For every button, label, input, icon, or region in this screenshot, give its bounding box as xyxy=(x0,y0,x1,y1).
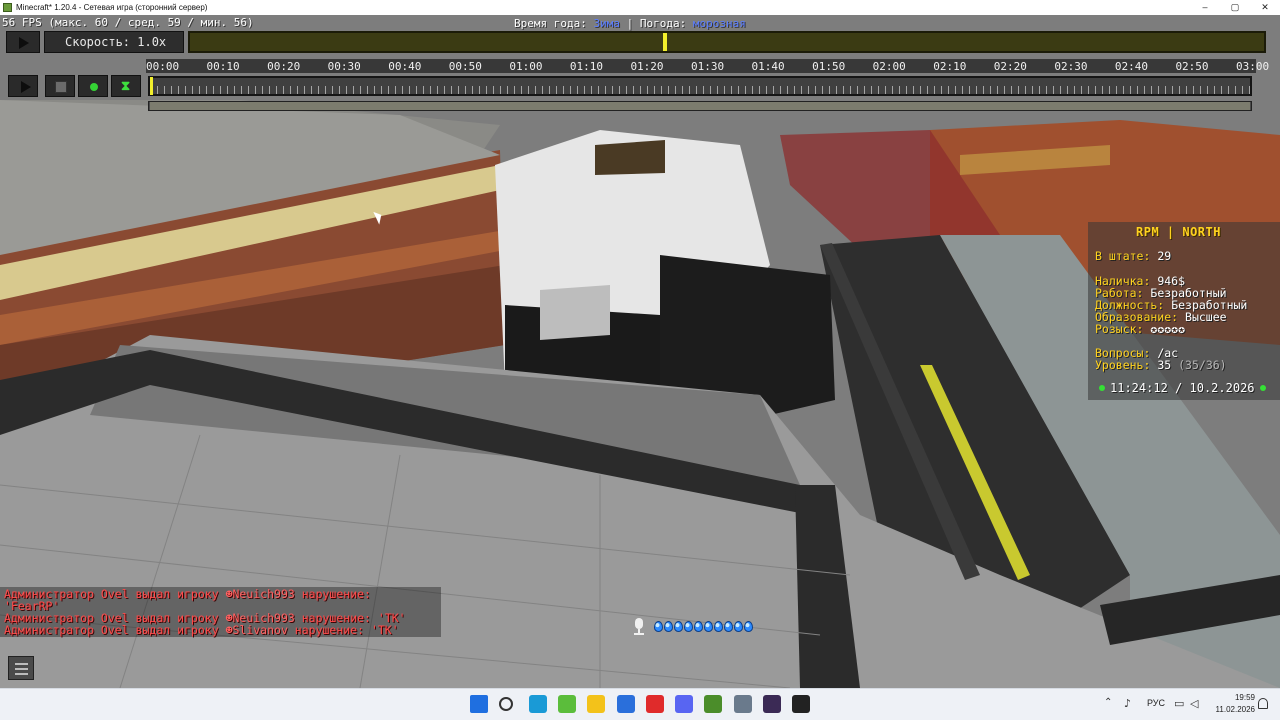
status-dot-icon xyxy=(1259,385,1266,391)
window-controls: – ▢ ✕ xyxy=(1190,0,1280,15)
hud-staff: В штате: 29 xyxy=(1095,249,1172,263)
keyframe-icon xyxy=(90,83,98,91)
timeline-label: 02:40 xyxy=(1114,60,1148,73)
timeline-label: 01:10 xyxy=(569,60,603,73)
minecraft-app-icon xyxy=(3,3,12,12)
discord-icon[interactable] xyxy=(675,695,694,713)
save-button[interactable] xyxy=(45,75,75,97)
settings-icon[interactable] xyxy=(733,695,752,713)
language-indicator[interactable]: РУС xyxy=(1147,698,1165,708)
air-bubble-icon xyxy=(674,621,683,632)
timeline-label: 02:50 xyxy=(1175,60,1209,73)
hud-clock: 11:24:12 / 10.2.2026 xyxy=(1099,381,1266,395)
window-title: Minecraft* 1.20.4 - Сетевая игра (сторон… xyxy=(16,3,208,12)
replay-progress-bar[interactable] xyxy=(188,31,1266,53)
air-bubble-icon xyxy=(694,621,703,632)
menu-button[interactable] xyxy=(8,656,34,680)
status-dot-icon xyxy=(1099,385,1105,391)
save-icon xyxy=(55,81,67,93)
timeline-label: 03:00 xyxy=(1236,60,1270,73)
edge-icon[interactable] xyxy=(528,695,547,713)
season-value: Зима xyxy=(593,17,620,30)
season-weather-bar: Время года: Зима | Погода: морозная xyxy=(514,17,746,30)
minecraft-icon[interactable] xyxy=(557,695,576,713)
air-bubble-icon xyxy=(714,621,723,632)
hud-title: RPM | NORTH xyxy=(1136,225,1221,239)
window-titlebar: Minecraft* 1.20.4 - Сетевая игра (сторон… xyxy=(0,0,1280,15)
keyframe-button[interactable] xyxy=(78,75,108,97)
timeline-label: 01:40 xyxy=(751,60,785,73)
wanted-stars-icon: ✪✪✪✪✪ xyxy=(1150,322,1186,336)
timeline-label: 00:10 xyxy=(206,60,240,73)
file-explorer-icon[interactable] xyxy=(587,695,606,713)
air-bubble-icon xyxy=(724,621,733,632)
maximize-button[interactable]: ▢ xyxy=(1220,0,1250,15)
weather-label: | Погода: xyxy=(626,17,687,30)
hud-wanted: Розыск: ✪✪✪✪✪ xyxy=(1095,322,1186,336)
minecraft-launcher-icon[interactable] xyxy=(704,695,723,713)
network-icon[interactable]: ▭ xyxy=(1174,697,1184,710)
timeline-label: 00:00 xyxy=(146,60,180,73)
youtube-icon[interactable] xyxy=(645,695,664,713)
timeline-label: 02:20 xyxy=(993,60,1027,73)
hud-level: Уровень: 35 (35/36) xyxy=(1095,358,1227,372)
timeline-play-button[interactable] xyxy=(8,75,38,97)
notification-bell-icon[interactable] xyxy=(1258,698,1268,709)
time-path-button[interactable]: ⧗ xyxy=(111,75,141,97)
tray-overflow-icon[interactable]: ⌃ xyxy=(1104,697,1112,708)
voice-mic-icon xyxy=(632,618,646,636)
timeline-label: 02:00 xyxy=(872,60,906,73)
chat-message: Администратор Ovel выдал игроку ☻Slivano… xyxy=(4,623,399,637)
timeline-label: 00:50 xyxy=(448,60,482,73)
season-label: Время года: xyxy=(514,17,587,30)
store-icon[interactable] xyxy=(616,695,635,713)
taskbar-date[interactable]: 11.02.2026 xyxy=(1208,705,1255,714)
timeline-label: 00:20 xyxy=(267,60,301,73)
replay-play-button[interactable] xyxy=(6,31,40,53)
air-bubble-icon xyxy=(654,621,663,632)
fps-counter: 56 FPS (макс. 60 / сред. 59 / мин. 56) xyxy=(2,16,254,29)
minimize-button[interactable]: – xyxy=(1190,0,1220,15)
timeline-label: 00:30 xyxy=(327,60,361,73)
air-bubble-icon xyxy=(664,621,673,632)
timeline-label: 01:30 xyxy=(691,60,725,73)
timeline-label: 02:10 xyxy=(933,60,967,73)
timeline-label: 01:00 xyxy=(509,60,543,73)
windows-start-icon[interactable] xyxy=(470,695,488,713)
timeline-ticks xyxy=(150,86,1250,94)
server-hud: RPM | NORTH В штате: 29 Наличка: 946$ Ра… xyxy=(1088,222,1280,400)
speed-slider[interactable]: Скорость: 1.0x xyxy=(44,31,184,53)
timeline-label: 00:40 xyxy=(388,60,422,73)
replay-progress-marker[interactable] xyxy=(662,33,667,51)
windows-taskbar xyxy=(0,688,1280,720)
air-bubble-icon xyxy=(734,621,743,632)
timeline-label: 01:50 xyxy=(812,60,846,73)
microphone-tray-icon[interactable]: ♪ xyxy=(1124,697,1131,710)
taskbar-clock[interactable]: 19:59 xyxy=(1219,693,1255,702)
timeline-scrollbar-thumb[interactable] xyxy=(150,102,1250,110)
timeline-cursor[interactable] xyxy=(150,77,153,95)
volume-icon[interactable]: ◁ xyxy=(1190,697,1198,710)
air-bubbles-bar xyxy=(654,621,753,632)
weather-value: морозная xyxy=(692,17,746,30)
air-bubble-icon xyxy=(684,621,693,632)
timeline-label: 01:20 xyxy=(630,60,664,73)
obs-icon[interactable] xyxy=(763,695,781,713)
close-button[interactable]: ✕ xyxy=(1250,0,1280,15)
app-icon[interactable] xyxy=(792,695,811,713)
timeline-label: 02:30 xyxy=(1054,60,1088,73)
time-path-icon: ⧗ xyxy=(121,79,131,94)
chat-box: Администратор Ovel выдал игроку ☻Neuich9… xyxy=(0,587,441,637)
air-bubble-icon xyxy=(704,621,713,632)
air-bubble-icon xyxy=(744,621,753,632)
